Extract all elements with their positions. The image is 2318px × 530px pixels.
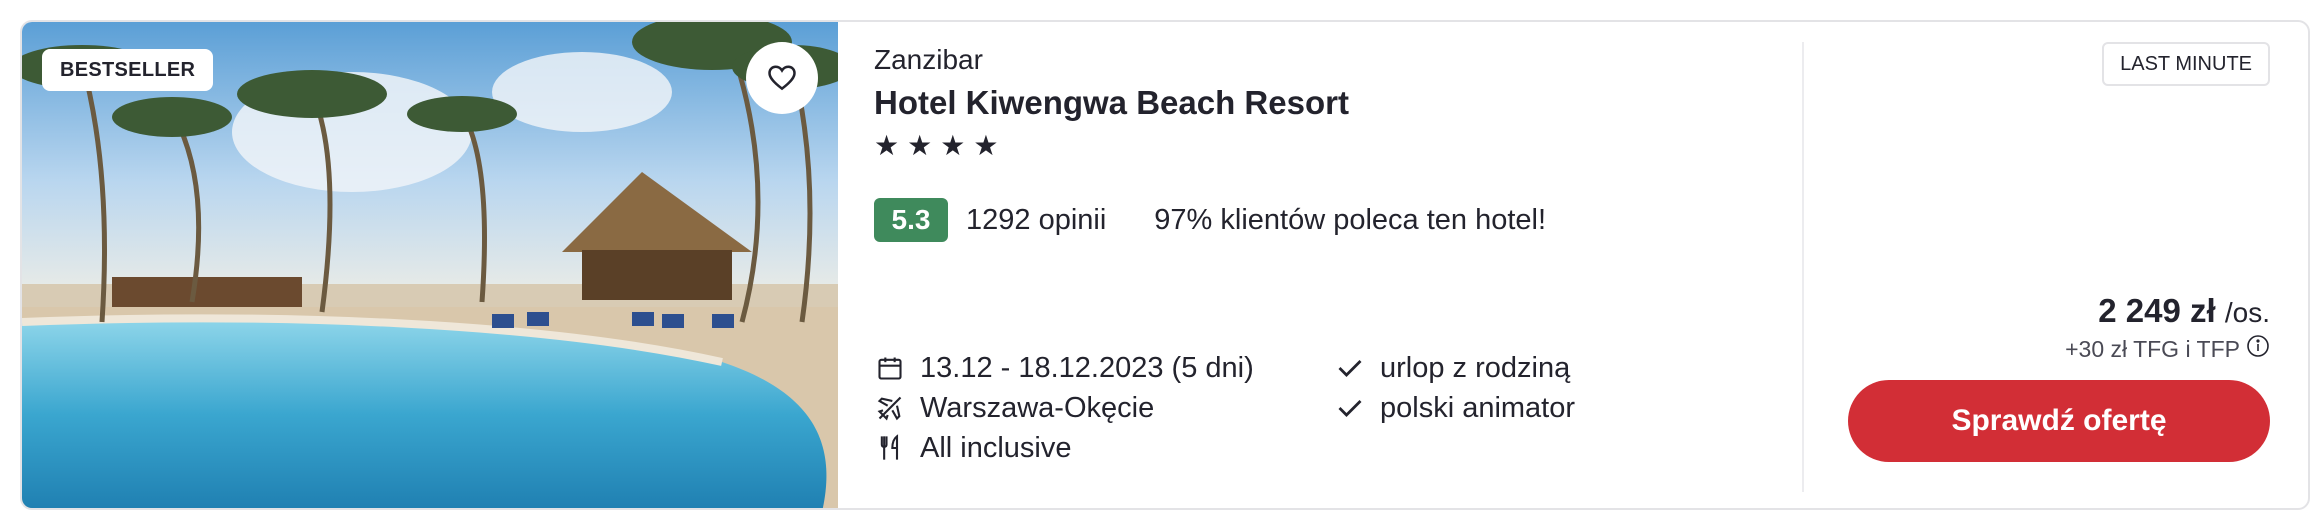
- feature-item: polski animator: [1334, 388, 1575, 428]
- board-text: All inclusive: [920, 431, 1072, 464]
- last-minute-badge: LAST MINUTE: [2102, 42, 2270, 86]
- price-extra: +30 zł TFG i TFP: [2065, 334, 2270, 364]
- column-divider: [1802, 42, 1804, 492]
- offer-info: Zanzibar Hotel Kiwengwa Beach Resort ★ ★…: [874, 22, 1774, 508]
- price-extra-text: +30 zł TFG i TFP: [2065, 335, 2240, 362]
- hotel-name[interactable]: Hotel Kiwengwa Beach Resort: [874, 84, 1349, 122]
- offer-card[interactable]: BESTSELLER Zanzibar Hotel Kiwengwa Beach…: [20, 20, 2310, 510]
- price-per-person: /os.: [2224, 297, 2270, 328]
- board-row: All inclusive: [874, 428, 1254, 468]
- feature-list: urlop z rodziną polski animator: [1334, 348, 1575, 428]
- star-icon: ★: [874, 130, 900, 161]
- favorite-button[interactable]: [746, 42, 818, 114]
- dates-row: 13.12 - 18.12.2023 (5 dni): [874, 348, 1254, 388]
- check-offer-button[interactable]: Sprawdź ofertę: [1848, 380, 2270, 462]
- feature-text: urlop z rodziną: [1380, 351, 1571, 384]
- hotel-region: Zanzibar: [874, 44, 983, 75]
- info-icon[interactable]: [2246, 334, 2270, 364]
- hotel-stars: ★ ★ ★ ★: [874, 132, 998, 160]
- trip-details: 13.12 - 18.12.2023 (5 dni) Warszawa-Okęc…: [874, 348, 1254, 468]
- departure-text: Warszawa-Okęcie: [920, 391, 1155, 424]
- hotel-photo-image: [22, 22, 838, 508]
- star-icon: ★: [973, 130, 999, 161]
- reviews-count[interactable]: 1292 opinii: [966, 204, 1106, 237]
- rating-badge: 5.3: [874, 198, 948, 242]
- dates-text: 13.12 - 18.12.2023 (5 dni): [920, 351, 1254, 384]
- heart-outline-icon: [767, 63, 797, 93]
- star-icon: ★: [907, 130, 933, 161]
- price-block: 2 249 zł /os. +30 zł TFG i TFP: [2065, 292, 2270, 364]
- cutlery-icon: [874, 432, 906, 464]
- plane-icon: [874, 392, 906, 424]
- bestseller-badge: BESTSELLER: [42, 49, 214, 91]
- price-main: 2 249 zł /os.: [2065, 292, 2270, 330]
- hotel-photo[interactable]: BESTSELLER: [22, 22, 838, 508]
- check-icon: [1334, 352, 1366, 384]
- rating-row: 5.3 1292 opinii 97% klientów poleca ten …: [874, 198, 1546, 242]
- star-icon: ★: [940, 130, 966, 161]
- feature-text: polski animator: [1380, 391, 1576, 424]
- feature-item: urlop z rodziną: [1334, 348, 1575, 388]
- price-amount: 2 249 zł: [2098, 292, 2216, 329]
- departure-row: Warszawa-Okęcie: [874, 388, 1254, 428]
- calendar-icon: [874, 352, 906, 384]
- check-icon: [1334, 392, 1366, 424]
- recommend-text: 97% klientów poleca ten hotel!: [1154, 203, 1547, 236]
